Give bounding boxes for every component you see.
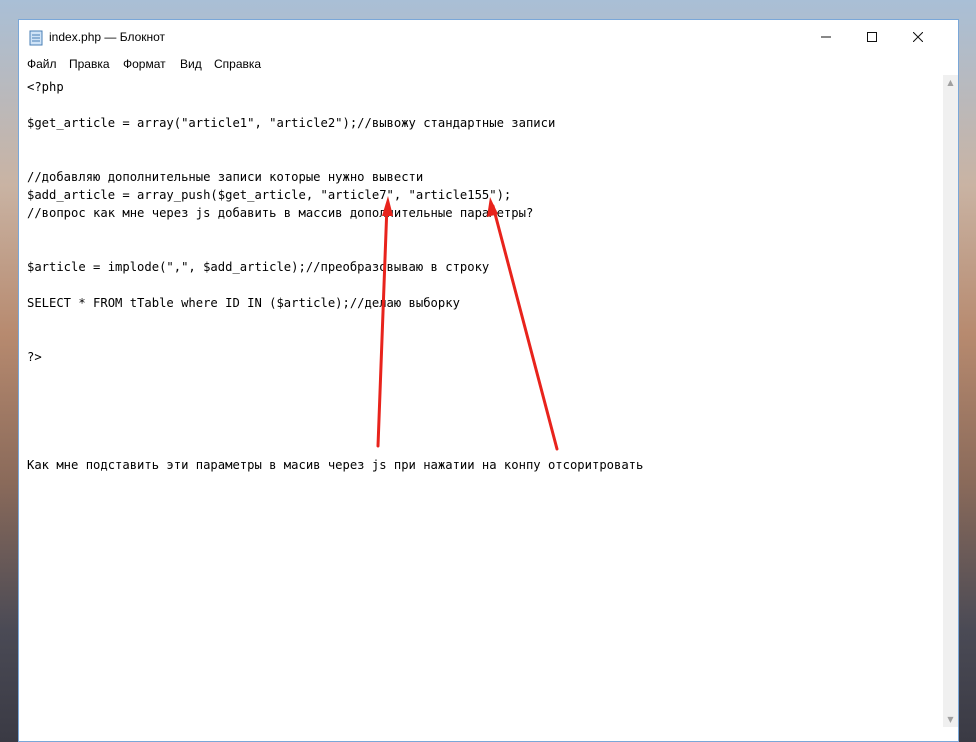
scroll-up-icon[interactable]: ▲ [943,75,958,90]
code-line: SELECT * FROM tTable where ID IN ($artic… [27,296,460,310]
maximize-button[interactable] [849,20,895,54]
scroll-down-icon[interactable]: ▼ [943,712,958,727]
code-line: $add_article = array_push($get_article, … [27,188,512,202]
notepad-icon [29,30,43,46]
title-bar[interactable]: index.php — Блокнот [19,20,958,54]
menu-help[interactable]: Справка [214,57,261,71]
code-line: $article = implode(",", $add_article);//… [27,260,490,274]
minimize-button[interactable] [803,20,849,54]
code-line: <?php [27,80,64,94]
maximize-icon [867,32,877,42]
menu-edit[interactable]: Правка [69,57,110,71]
minimize-icon [821,36,831,38]
menu-file[interactable]: Файл [27,57,57,71]
menu-bar: Файл Правка Формат Вид Справка [19,54,958,74]
vertical-scrollbar[interactable]: ▲ ▼ [943,75,958,727]
code-line: ?> [27,350,42,364]
notepad-window: index.php — Блокнот Файл Правка Формат В… [18,19,959,742]
close-button[interactable] [895,20,941,54]
window-title: index.php — Блокнот [49,30,166,44]
close-icon [913,32,923,42]
code-line: $get_article = array("article1", "articl… [27,116,556,130]
menu-format[interactable]: Формат [123,57,166,71]
text-editor[interactable]: <?php $get_article = array("article1", "… [19,75,942,725]
code-line: //добавляю дополнительные записи которые… [27,170,424,184]
code-line: //вопрос как мне через js добавить в мас… [27,206,534,220]
code-line: Как мне подставить эти параметры в масив… [27,458,644,472]
menu-view[interactable]: Вид [180,57,202,71]
